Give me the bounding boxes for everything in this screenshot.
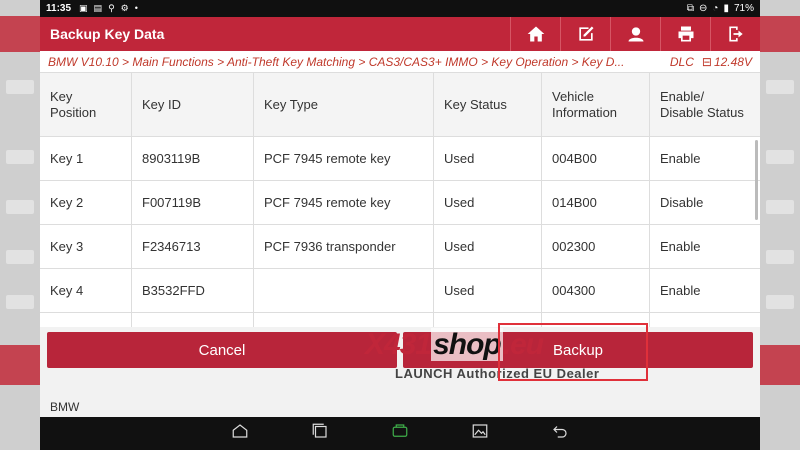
table-row[interactable]: Key 4 B3532FFD Used 004300 Enable [40, 269, 760, 313]
table-row[interactable]: Key 3 F2346713 PCF 7936 transponder Used… [40, 225, 760, 269]
header-key-id: Key ID [132, 73, 254, 136]
background-app-left [0, 0, 40, 450]
table-header: Key Position Key ID Key Type Key Status … [40, 73, 760, 137]
back-icon [553, 426, 567, 438]
dot-icon: • [134, 3, 138, 13]
report-button[interactable] [560, 17, 610, 51]
dnd-icon: ⊖ [699, 3, 708, 14]
home-icon [527, 26, 544, 42]
nav-vci-button[interactable] [391, 422, 409, 445]
table-scrollbar[interactable] [755, 140, 758, 220]
system-nav-bar [40, 417, 760, 450]
car-battery-icon: ⊟ [701, 54, 712, 69]
voltage-readout: 12.48V [713, 54, 752, 69]
breadcrumb: BMW V10.10 > Main Functions > Anti-Theft… [40, 51, 760, 73]
home-button[interactable] [510, 17, 560, 51]
table-row[interactable]: Key 2 F007119B PCF 7945 remote key Used … [40, 181, 760, 225]
header-key-position: Key Position [40, 73, 132, 136]
cell-key-type: PCF 7945 remote key [254, 181, 434, 224]
key-data-table: Key Position Key ID Key Type Key Status … [40, 73, 760, 329]
exit-button[interactable] [710, 17, 760, 51]
nav-back-button[interactable] [551, 422, 569, 445]
cell-key-status: Used [434, 225, 542, 268]
watermark-x431: X431 [365, 328, 432, 361]
screenshot-icon [472, 424, 488, 438]
page-title: Backup Key Data [50, 26, 165, 42]
cell-key-status: Used [434, 181, 542, 224]
cell-key-id: F2346713 [132, 225, 254, 268]
header-enable-status: Enable/ Disable Status [660, 88, 744, 120]
status-bar: 11:35 ▣ ▤ ⚲ ⚙ • ⧉ ⊖ ◔ ▮ 71% [40, 0, 760, 17]
cell-key-id: F007119B [132, 181, 254, 224]
cell-enable-status: Enable [660, 151, 701, 166]
cell-key-type: PCF 7945 remote key [254, 137, 434, 180]
cell-key-type: PCF 7936 transponder [254, 225, 434, 268]
cell-enable-status: Disable [660, 195, 704, 210]
cell-key-position: Key 1 [40, 137, 132, 180]
cell-vehicle-info: 004300 [542, 269, 650, 312]
cell-vehicle-info: 014B00 [542, 181, 650, 224]
cell-vehicle-info: 002300 [542, 225, 650, 268]
cell-key-id: B3532FFD [132, 269, 254, 312]
print-icon [678, 26, 693, 42]
cell-enable-status: Enable [660, 239, 701, 254]
folder-icon: ▤ [93, 3, 103, 13]
cell-key-position: Key 4 [40, 269, 132, 312]
notification-icons: ▣ ▤ ⚲ ⚙ • [79, 3, 138, 14]
dlc-label: DLC [669, 54, 694, 69]
cell-vehicle-info: 004B00 [542, 137, 650, 180]
exit-icon [728, 26, 743, 42]
vehicle-make-label: BMW [50, 400, 80, 414]
usb-icon: ⚲ [108, 3, 115, 13]
battery-percent: 71% [733, 3, 754, 14]
header-key-type: Key Type [254, 73, 434, 136]
status-time: 11:35 [46, 3, 72, 14]
print-button[interactable] [660, 17, 710, 51]
cast-icon: ⧉ [686, 3, 695, 14]
cell-key-position: Key 3 [40, 225, 132, 268]
recents-icon [312, 423, 327, 438]
background-app-right [760, 0, 800, 450]
nav-home-button[interactable] [231, 422, 249, 445]
cell-key-status: Used [434, 137, 542, 180]
cancel-button[interactable]: Cancel [47, 332, 397, 368]
nav-screenshot-button[interactable] [471, 422, 489, 445]
title-bar: Backup Key Data [40, 17, 760, 51]
table-row[interactable]: Key 1 8903119B PCF 7945 remote key Used … [40, 137, 760, 181]
home-outline-icon [232, 424, 248, 438]
header-vehicle-information: Vehicle Information [542, 73, 650, 136]
breadcrumb-path: BMW V10.10 > Main Functions > Anti-Theft… [48, 54, 625, 69]
battery-icon: ▮ [723, 3, 729, 14]
watermark-shop: shop [431, 328, 503, 361]
highlight-box [498, 323, 648, 381]
cell-key-id: 8903119B [132, 137, 254, 180]
report-icon [578, 26, 593, 41]
cell-enable-status: Enable [660, 283, 701, 298]
cell-key-status: Used [434, 269, 542, 312]
user-icon [628, 27, 643, 42]
nav-recents-button[interactable] [311, 422, 329, 445]
vci-icon [392, 424, 408, 437]
cell-key-position: Key 2 [40, 181, 132, 224]
wifi-icon: ◔ [712, 3, 719, 14]
user-button[interactable] [610, 17, 660, 51]
image-icon: ▣ [79, 3, 88, 13]
settings-icon: ⚙ [120, 3, 129, 13]
header-key-status: Key Status [434, 73, 542, 136]
cell-key-type [254, 269, 434, 312]
